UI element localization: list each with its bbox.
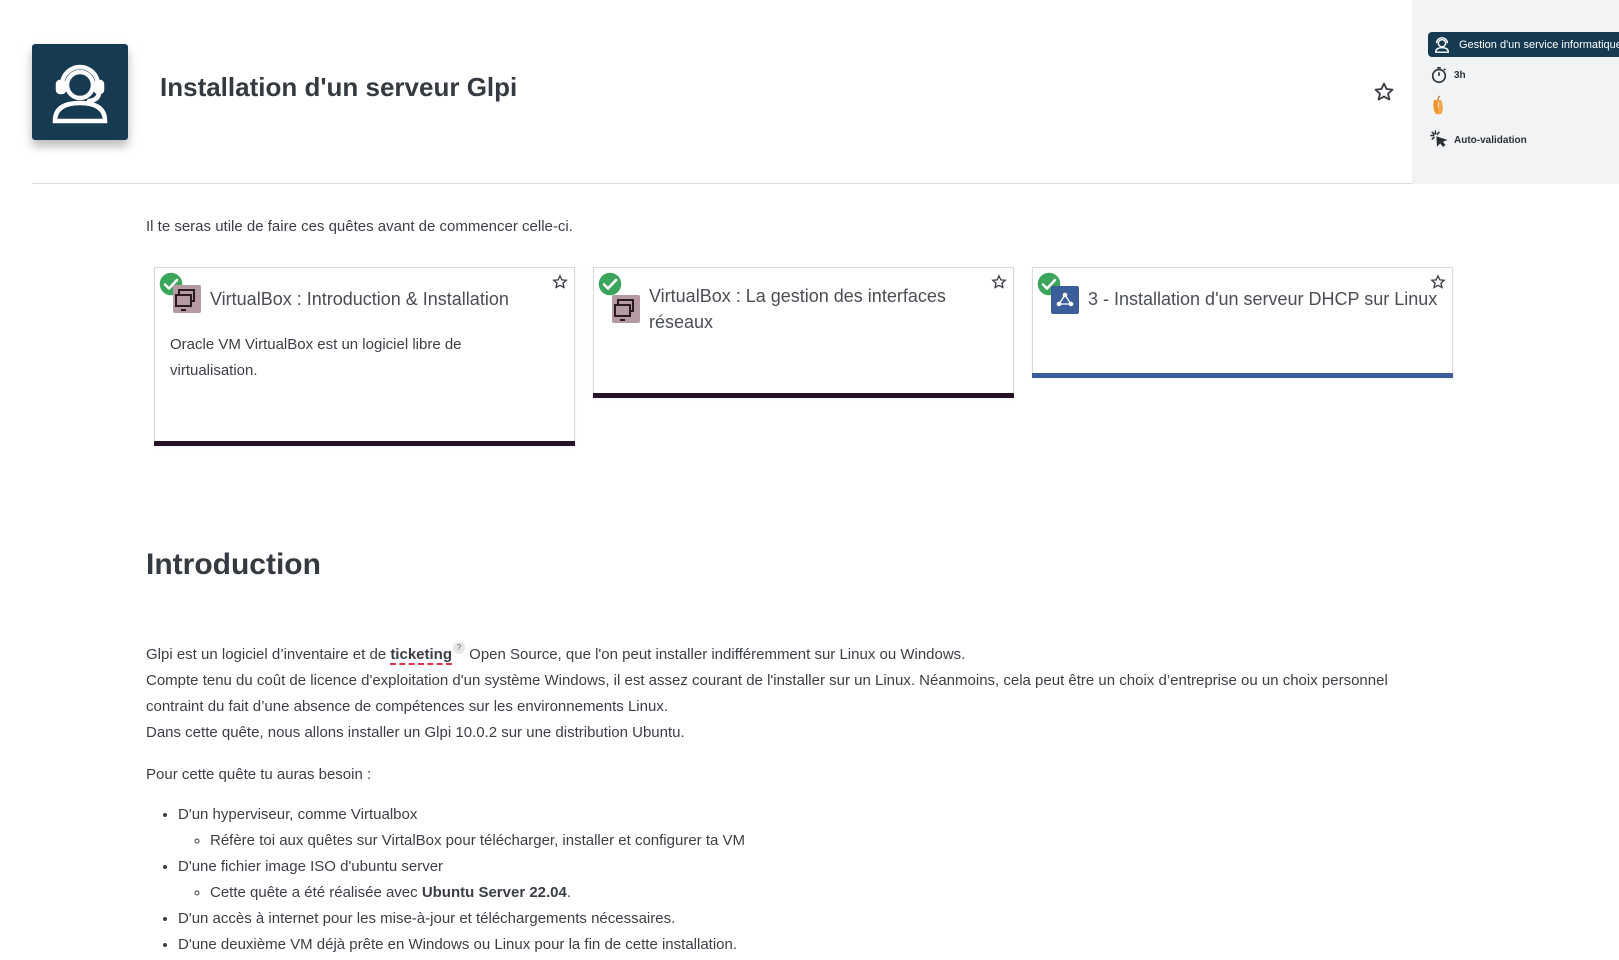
list-item: D'un accès à internet pour les mise-à-jo… [178, 906, 1436, 932]
section-title: Introduction [146, 548, 321, 581]
quest-logo [32, 44, 128, 140]
paragraph: Compte tenu du coût de licence d'exploit… [146, 672, 1388, 715]
validation-row: Auto-validation [1430, 130, 1527, 150]
card-title: 3 - Installation d'un serveur DHCP sur L… [1088, 289, 1438, 309]
category-label: Gestion d'un service informatique [1459, 38, 1619, 51]
paragraph: Glpi est un logiciel d’inventaire et de … [146, 642, 1436, 668]
validation-label: Auto-validation [1454, 134, 1527, 146]
page-title: Installation d'un serveur Glpi [160, 72, 518, 102]
timer-icon [1431, 66, 1447, 84]
paragraph: Pour cette quête tu auras besoin : [146, 766, 372, 783]
quest-content: Glpi est un logiciel d’inventaire et de … [146, 642, 1436, 958]
duration-row: 3h [1430, 66, 1466, 84]
quest-meta-panel: Gestion d'un service informatique 3h Aut… [1412, 0, 1619, 184]
card-progress-bar [593, 393, 1014, 398]
prerequisites-intro: Il te seras utile de faire ces quêtes av… [146, 218, 573, 235]
header-divider [32, 183, 1412, 184]
virtualbox-icon [173, 285, 201, 313]
card-title: VirtualBox : La gestion des interfaces r… [649, 286, 946, 332]
support-agent-icon [52, 64, 108, 124]
virtualbox-icon [612, 295, 640, 323]
help-icon[interactable]: ? [453, 642, 465, 654]
pepper-badge-icon [1433, 95, 1443, 115]
click-cursor-icon [1430, 130, 1448, 147]
card-progress-bar [1032, 373, 1453, 378]
text: Open Source, que l'on peut installer ind… [465, 646, 966, 663]
requirements-list: D'un hyperviseur, comme Virtualbox Réfèr… [146, 802, 1436, 958]
duration-value: 3h [1454, 69, 1466, 81]
list-item: Cette quête a été réalisée avec Ubuntu S… [210, 880, 1436, 906]
text: Cette quête a été réalisée avec [210, 884, 422, 901]
favorite-star-icon[interactable] [1373, 81, 1395, 103]
network-icon [1051, 286, 1079, 314]
category-tag[interactable]: Gestion d'un service informatique [1428, 32, 1619, 57]
prerequisite-card[interactable]: VirtualBox : Introduction & Installation… [154, 267, 575, 446]
text: . [566, 884, 572, 901]
version-text: Ubuntu Server 22.04 [421, 884, 567, 901]
prerequisite-card[interactable]: VirtualBox : La gestion des interfaces r… [593, 267, 1014, 398]
paragraph: Dans cette quête, nous allons installer … [146, 724, 685, 741]
list-item: D'une deuxième VM déjà prête en Windows … [178, 932, 1436, 958]
card-description: Oracle VM VirtualBox est un logiciel lib… [170, 336, 462, 379]
card-title: VirtualBox : Introduction & Installation [210, 289, 509, 309]
list-item: D'un hyperviseur, comme Virtualbox Réfèr… [178, 802, 1436, 854]
completed-check-icon [597, 271, 623, 297]
list-item: D'une fichier image ISO d'ubuntu server … [178, 854, 1436, 906]
difficulty-row [1430, 94, 1454, 116]
list-item: Réfère toi aux quêtes sur VirtalBox pour… [210, 828, 1436, 854]
list-item-text: D'une fichier image ISO d'ubuntu server [178, 858, 444, 875]
list-item-text: D'un hyperviseur, comme Virtualbox [178, 806, 418, 823]
text: Glpi est un logiciel d’inventaire et de [146, 646, 391, 663]
prerequisite-card[interactable]: 3 - Installation d'un serveur DHCP sur L… [1032, 267, 1453, 378]
card-progress-bar [154, 441, 575, 446]
support-agent-icon [1434, 36, 1450, 53]
glossary-term[interactable]: ticketing [390, 646, 452, 665]
